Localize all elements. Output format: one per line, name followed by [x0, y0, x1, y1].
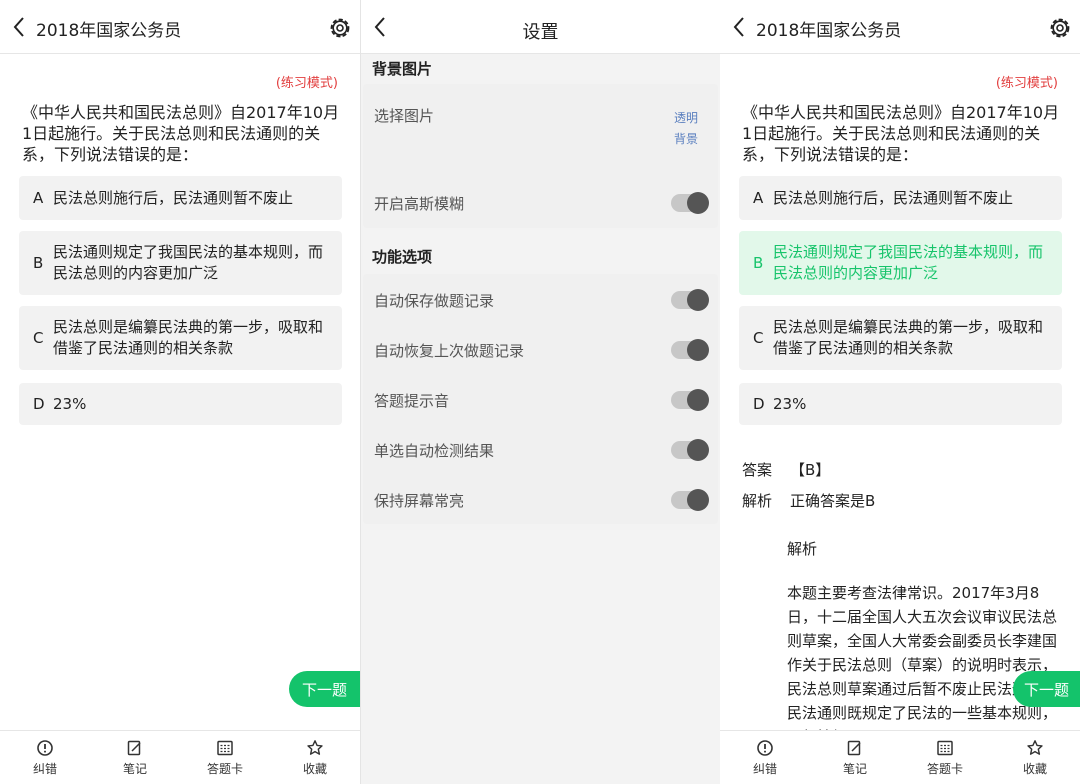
section-title-background: 背景图片: [372, 60, 433, 78]
section-title-functions: 功能选项: [372, 248, 433, 266]
option-text: 民法总则施行后，民法通则暂不废止: [53, 188, 294, 207]
tab-notes[interactable]: 笔记: [810, 731, 900, 784]
screenshot-collage: 2018年国家公务员 (练习模式) 《中华人民共和国民法总则》自2017年10月…: [0, 0, 1080, 784]
toggle-label-keep-screen-on: 保持屏幕常亮: [374, 492, 465, 510]
option-text: 23%: [773, 394, 807, 413]
option-d[interactable]: D 23%: [739, 383, 1062, 425]
header: 设置: [361, 0, 720, 54]
option-label: C: [753, 328, 764, 347]
option-b[interactable]: B 民法通则规定了我国民法的基本规则，而民法总则的内容更加广泛: [19, 231, 342, 295]
tab-label: 笔记: [122, 761, 147, 776]
tab-answer-card[interactable]: 答题卡: [900, 731, 990, 784]
star-icon: [307, 739, 323, 755]
analysis-heading: 解析: [787, 540, 818, 558]
analysis-body: 本题主要考查法律常识。2017年3月8日，十二届全国人大五次会议审议民法总则草案…: [787, 584, 1057, 730]
background-card: 选择图片 透明背景 开启高斯模糊: [363, 84, 718, 228]
chevron-left-icon: [13, 17, 24, 37]
back-button[interactable]: [728, 14, 750, 40]
error-correct-icon: [757, 739, 773, 756]
option-label: D: [753, 394, 765, 413]
practice-mode-label: (练习模式): [275, 76, 338, 91]
question-screen-right: 2018年国家公务员 (练习模式) 《中华人民共和国民法总则》自2017年10月…: [720, 0, 1080, 784]
gear-icon[interactable]: [328, 16, 352, 40]
toggle-label-auto-restore: 自动恢复上次做题记录: [374, 342, 525, 360]
header: 2018年国家公务员: [0, 0, 360, 54]
error-correct-icon: [37, 739, 53, 756]
option-label: A: [33, 188, 44, 207]
option-text: 民法通则规定了我国民法的基本规则，而民法总则的内容更加广泛: [53, 243, 324, 282]
page-title: 2018年国家公务员: [756, 21, 902, 41]
option-a[interactable]: A 民法总则施行后，民法通则暂不废止: [19, 176, 342, 220]
gear-icon[interactable]: [1048, 16, 1072, 40]
option-c[interactable]: C 民法总则是编纂民法典的第一步，吸取和借鉴了民法通则的相关条款: [739, 306, 1062, 370]
option-label: C: [33, 328, 44, 347]
option-b-correct[interactable]: B 民法通则规定了我国民法的基本规则，而民法总则的内容更加广泛: [739, 231, 1062, 295]
tab-label: 答题卡: [926, 761, 963, 776]
page-title: 设置: [522, 22, 559, 43]
next-question-button[interactable]: 下一题: [289, 671, 360, 707]
note-icon: [127, 740, 141, 755]
tab-favorite[interactable]: 收藏: [990, 731, 1080, 784]
answer-label: 答案: [742, 461, 773, 479]
option-label: A: [753, 188, 764, 207]
tab-label: 纠错: [752, 761, 777, 776]
answer-value: 【B】: [790, 461, 831, 479]
answer-sound-toggle[interactable]: [671, 389, 709, 411]
transparent-background-link[interactable]: 透明背景: [674, 108, 698, 150]
answer-card-icon: [217, 740, 233, 755]
tab-label: 收藏: [1022, 761, 1047, 776]
question-text: 《中华人民共和国民法总则》自2017年10月1日起施行。关于民法总则和民法通则的…: [22, 103, 340, 164]
chevron-left-icon: [733, 17, 744, 37]
bottom-tab-bar: 纠错 笔记 答题卡 收藏: [0, 730, 360, 784]
answer-card-icon: [937, 740, 953, 755]
toggle-label-auto-save: 自动保存做题记录: [374, 292, 495, 310]
bottom-tab-bar: 纠错 笔记 答题卡 收藏: [720, 730, 1080, 784]
next-question-button[interactable]: 下一题: [1013, 671, 1080, 707]
auto-restore-toggle[interactable]: [671, 339, 709, 361]
option-a[interactable]: A 民法总则施行后，民法通则暂不废止: [739, 176, 1062, 220]
tab-favorite[interactable]: 收藏: [270, 731, 360, 784]
option-label: B: [33, 253, 44, 272]
tab-label: 笔记: [842, 761, 867, 776]
option-label: D: [33, 394, 45, 413]
toggle-label-auto-check: 单选自动检测结果: [374, 442, 495, 460]
option-text: 民法总则是编纂民法典的第一步，吸取和借鉴了民法通则的相关条款: [773, 318, 1044, 357]
functions-card: 自动保存做题记录 自动恢复上次做题记录 答题提示音 单选自动检测结果 保持屏幕常…: [363, 274, 718, 524]
tab-error-correct[interactable]: 纠错: [0, 731, 90, 784]
choose-image-label[interactable]: 选择图片: [374, 105, 434, 126]
option-text: 民法总则施行后，民法通则暂不废止: [773, 188, 1014, 207]
question-screen-left: 2018年国家公务员 (练习模式) 《中华人民共和国民法总则》自2017年10月…: [0, 0, 360, 784]
tab-label: 答题卡: [206, 761, 243, 776]
practice-mode-label: (练习模式): [995, 76, 1058, 91]
tab-label: 收藏: [302, 761, 327, 776]
settings-screen: 设置 背景图片 选择图片 透明背景 开启高斯模糊 功能选项 自动保存做题记录 自…: [361, 0, 720, 784]
back-button[interactable]: [8, 14, 30, 40]
tab-answer-card[interactable]: 答题卡: [180, 731, 270, 784]
toggle-label-answer-sound: 答题提示音: [374, 392, 450, 410]
keep-screen-on-toggle[interactable]: [671, 489, 709, 511]
gaussian-blur-label: 开启高斯模糊: [374, 195, 465, 213]
analysis-first-line: 正确答案是B: [790, 492, 876, 510]
tab-notes[interactable]: 笔记: [90, 731, 180, 784]
option-text: 民法通则规定了我国民法的基本规则，而民法总则的内容更加广泛: [773, 243, 1044, 282]
note-icon: [847, 740, 861, 755]
page-title: 2018年国家公务员: [36, 21, 182, 41]
analysis-label: 解析: [742, 492, 773, 510]
option-d[interactable]: D 23%: [19, 383, 342, 425]
option-label: B: [753, 253, 764, 272]
star-icon: [1027, 739, 1043, 755]
auto-check-toggle[interactable]: [671, 439, 709, 461]
option-c[interactable]: C 民法总则是编纂民法典的第一步，吸取和借鉴了民法通则的相关条款: [19, 306, 342, 370]
auto-save-toggle[interactable]: [671, 289, 709, 311]
tab-label: 纠错: [32, 761, 57, 776]
header: 2018年国家公务员: [720, 0, 1080, 54]
option-text: 民法总则是编纂民法典的第一步，吸取和借鉴了民法通则的相关条款: [53, 318, 324, 357]
gaussian-blur-toggle[interactable]: [671, 192, 709, 214]
question-text: 《中华人民共和国民法总则》自2017年10月1日起施行。关于民法总则和民法通则的…: [742, 103, 1060, 164]
tab-error-correct[interactable]: 纠错: [720, 731, 810, 784]
option-text: 23%: [53, 394, 87, 413]
